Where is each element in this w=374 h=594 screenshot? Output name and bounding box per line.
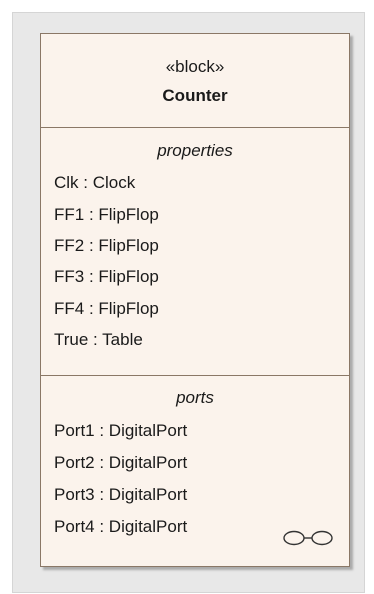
- property-item: True : Table: [54, 330, 143, 349]
- diagram-canvas: «block» Counter properties Clk : Clock F…: [0, 0, 374, 594]
- property-item: FF4 : FlipFlop: [54, 299, 159, 318]
- port-item: Port1 : DigitalPort: [54, 421, 188, 440]
- counter-block[interactable]: «block» Counter properties Clk : Clock F…: [40, 33, 350, 567]
- port-item: Port3 : DigitalPort: [54, 485, 188, 504]
- linked-elements-icon[interactable]: [278, 526, 338, 550]
- property-item: FF3 : FlipFlop: [54, 267, 159, 286]
- port-item: Port4 : DigitalPort: [54, 517, 188, 536]
- property-item: FF2 : FlipFlop: [54, 236, 159, 255]
- ports-compartment: ports Port1 : DigitalPort Port2 : Digita…: [41, 376, 349, 566]
- port-item: Port2 : DigitalPort: [54, 453, 188, 472]
- block-stereotype: «block»: [165, 57, 225, 76]
- properties-compartment: properties Clk : Clock FF1 : FlipFlop FF…: [41, 127, 349, 376]
- property-item: Clk : Clock: [54, 173, 136, 192]
- properties-compartment-title: properties: [157, 141, 233, 160]
- ports-compartment-title: ports: [176, 388, 214, 407]
- block-header: «block» Counter: [41, 34, 349, 128]
- property-item: FF1 : FlipFlop: [54, 205, 159, 224]
- block-name: Counter: [162, 86, 228, 105]
